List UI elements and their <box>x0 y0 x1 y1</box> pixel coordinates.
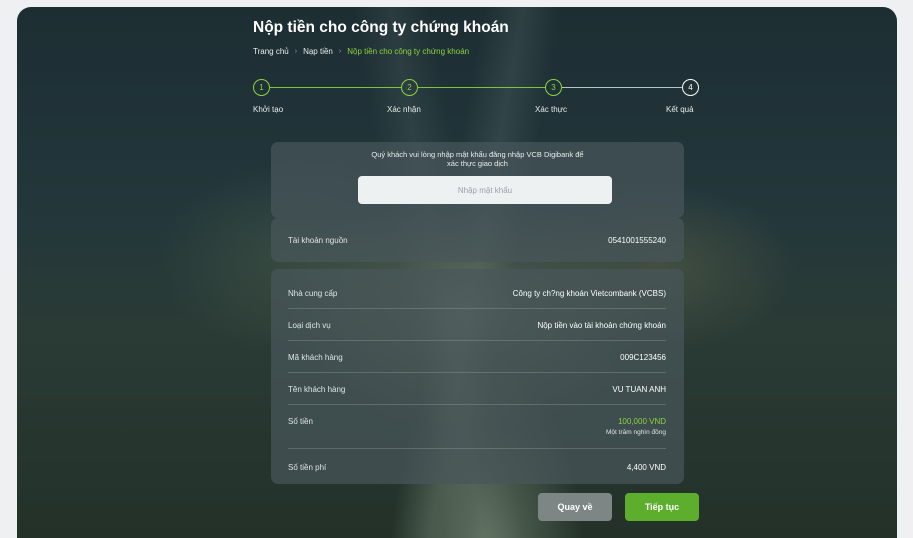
customer-name-value: VU TUAN ANH <box>612 385 666 394</box>
step-2-circle: 2 <box>401 79 418 96</box>
password-instruction: Quý khách vui lòng nhập mật khẩu đăng nh… <box>271 150 684 168</box>
source-account-label: Tài khoản nguồn <box>288 236 348 245</box>
detail-row-provider: Nhà cung cấp Công ty ch?ng khoán Vietcom… <box>271 277 684 309</box>
step-3-circle: 3 <box>545 79 562 96</box>
step-4-label: Kết quả <box>666 105 694 114</box>
step-connector <box>562 87 682 88</box>
app-window: Nộp tiền cho công ty chứng khoán Trang c… <box>17 7 897 538</box>
progress-stepper: 1 2 3 4 Khởi tạo Xác nhận Xác thực Kết q… <box>253 79 699 119</box>
step-2-label: Xác nhận <box>387 105 421 114</box>
continue-button[interactable]: Tiếp tục <box>625 493 699 521</box>
page-title: Nộp tiền cho công ty chứng khoán <box>253 19 509 36</box>
breadcrumb-home[interactable]: Trang chủ <box>253 47 289 56</box>
detail-row-fee: Số tiền phí 4,400 VND <box>271 451 684 483</box>
row-divider <box>288 448 666 449</box>
breadcrumb-current: Nộp tiền cho công ty chứng khoán <box>347 47 470 56</box>
provider-label: Nhà cung cấp <box>288 289 338 298</box>
detail-row-service-type: Loại dịch vụ Nộp tiền vào tài khoản chứn… <box>271 309 684 341</box>
customer-code-label: Mã khách hàng <box>288 353 343 362</box>
password-card: Quý khách vui lòng nhập mật khẩu đăng nh… <box>271 142 684 218</box>
chevron-right-icon: › <box>294 48 298 55</box>
step-connector <box>418 87 545 88</box>
amount-value: 100,000 VND <box>617 417 666 426</box>
source-account-value: 0541001555240 <box>608 236 666 245</box>
customer-code-value: 009C123456 <box>620 353 666 362</box>
step-4-circle: 4 <box>682 79 699 96</box>
detail-row-customer-name: Tên khách hàng VU TUAN ANH <box>271 373 684 405</box>
back-button[interactable]: Quay về <box>538 493 612 521</box>
fee-value: 4,400 VND <box>626 463 666 472</box>
detail-row-amount: Số tiền 100,000 VND Một trăm nghìn đồng <box>271 405 684 449</box>
step-3-label: Xác thực <box>535 105 568 114</box>
password-instruction-line-1: Quý khách vui lòng nhập mật khẩu đăng nh… <box>371 150 584 159</box>
step-1-label: Khởi tạo <box>253 105 284 114</box>
amount-in-words: Một trăm nghìn đồng <box>606 429 666 436</box>
customer-name-label: Tên khách hàng <box>288 385 346 394</box>
step-connector <box>270 87 401 88</box>
service-type-value: Nộp tiền vào tài khoản chứng khoán <box>537 321 666 330</box>
amount-label: Số tiền <box>288 417 313 426</box>
breadcrumb: Trang chủ › Nạp tiền › Nộp tiền cho công… <box>253 47 469 56</box>
provider-value: Công ty ch?ng khoán Vietcombank (VCBS) <box>512 289 666 298</box>
breadcrumb-deposit[interactable]: Nạp tiền <box>303 47 333 56</box>
service-type-label: Loại dịch vụ <box>288 321 331 330</box>
source-account-card: Tài khoản nguồn 0541001555240 <box>271 218 684 262</box>
fee-label: Số tiền phí <box>288 463 327 472</box>
detail-row-customer-code: Mã khách hàng 009C123456 <box>271 341 684 373</box>
step-1-circle: 1 <box>253 79 270 96</box>
chevron-right-icon: › <box>338 48 342 55</box>
password-input[interactable] <box>358 176 612 204</box>
transaction-details-card: Nhà cung cấp Công ty ch?ng khoán Vietcom… <box>271 269 684 484</box>
password-instruction-line-2: xác thực giao dịch <box>447 159 508 168</box>
